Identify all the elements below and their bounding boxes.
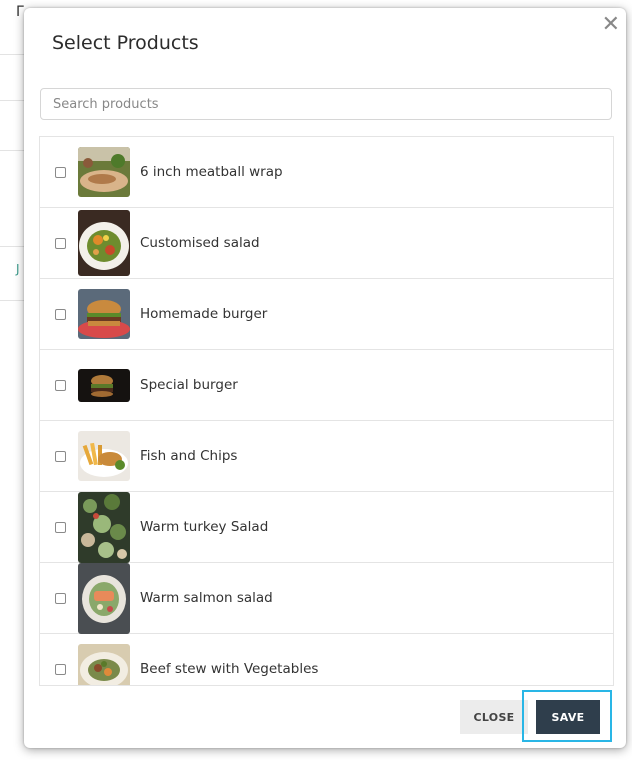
wrap-photo-image (78, 147, 130, 197)
list-item[interactable]: Fish and Chips (40, 421, 613, 492)
background-fragment: J (16, 262, 20, 276)
dialog-title: Select Products (52, 32, 199, 54)
background-divider (0, 150, 26, 151)
background-divider (0, 54, 26, 55)
product-checkbox[interactable] (55, 167, 66, 178)
product-name: Beef stew with Vegetables (140, 661, 319, 677)
product-checkbox[interactable] (55, 309, 66, 320)
save-button[interactable]: SAVE (536, 700, 600, 734)
list-item[interactable]: Homemade burger (40, 279, 613, 350)
close-icon[interactable]: ✕ (602, 14, 620, 36)
fish-chips-photo-image (78, 431, 130, 481)
product-name: Warm turkey Salad (140, 519, 269, 535)
background-divider (0, 300, 26, 301)
product-checkbox[interactable] (55, 238, 66, 249)
dark-burger-photo-image (78, 369, 130, 402)
product-checkbox[interactable] (55, 451, 66, 462)
product-name: 6 inch meatball wrap (140, 164, 283, 180)
product-name: Homemade burger (140, 306, 268, 322)
list-item[interactable]: Warm salmon salad (40, 563, 613, 634)
product-checkbox[interactable] (55, 664, 66, 675)
background-divider (0, 246, 26, 247)
turkey-salad-photo-image (78, 492, 130, 563)
background-fragment: ᒥ (16, 4, 24, 20)
salmon-salad-photo-image (78, 563, 130, 634)
product-name: Fish and Chips (140, 448, 238, 464)
product-checkbox[interactable] (55, 380, 66, 391)
search-input[interactable] (40, 88, 612, 120)
beef-stew-photo-image (78, 644, 130, 685)
list-item[interactable]: Customised salad (40, 208, 613, 279)
product-checkbox[interactable] (55, 522, 66, 533)
product-name: Special burger (140, 377, 238, 393)
close-button[interactable]: CLOSE (460, 700, 528, 734)
product-checkbox[interactable] (55, 593, 66, 604)
list-item[interactable]: 6 inch meatball wrap (40, 137, 613, 208)
burger-photo-image (78, 289, 130, 339)
select-products-dialog: Select Products ✕ 6 inch meatball wrap (24, 8, 626, 748)
list-item[interactable]: Beef stew with Vegetables (40, 634, 613, 685)
list-item[interactable]: Warm turkey Salad (40, 492, 613, 563)
product-name: Customised salad (140, 235, 260, 251)
background-divider (0, 100, 26, 101)
product-list[interactable]: 6 inch meatball wrap Customised salad Ho… (39, 136, 614, 686)
salad-photo-image (78, 210, 130, 276)
list-item[interactable]: Special burger (40, 350, 613, 421)
product-name: Warm salmon salad (140, 590, 273, 606)
